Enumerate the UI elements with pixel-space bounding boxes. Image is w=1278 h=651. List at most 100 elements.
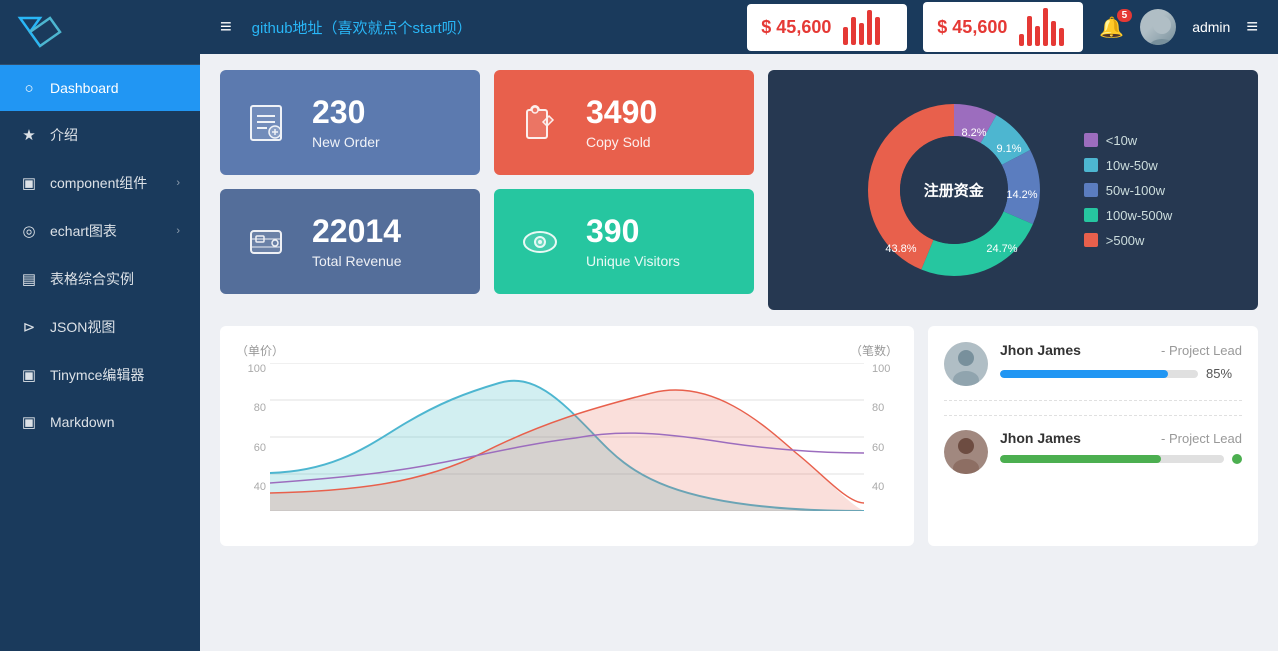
donut-label-10w: 8.2%	[961, 127, 986, 139]
y-label-r60: 60	[872, 442, 898, 454]
chart-ylabel-left: （单价）	[236, 342, 284, 359]
sidebar-navigation: ○ Dashboard ★ 介绍 ▣ component组件 › ◎ echar…	[0, 65, 200, 651]
avatar-jhon1	[944, 342, 988, 386]
chart-svg	[270, 363, 864, 511]
content-area: 230 New Order 3490 Co	[200, 54, 1278, 651]
stat-card-copy-sold: 3490 Copy Sold	[494, 70, 754, 175]
new-order-icon	[240, 97, 292, 149]
y-label-40: 40	[236, 481, 266, 493]
sidebar-item-label: Dashboard	[50, 80, 119, 96]
chart-ylabel-right: （笔数）	[850, 342, 898, 359]
sidebar-item-echart[interactable]: ◎ echart图表 ›	[0, 207, 200, 255]
copy-sold-icon	[514, 97, 566, 149]
stat-label-new-order: New Order	[312, 134, 380, 150]
table-icon: ▤	[20, 270, 38, 288]
bar	[843, 27, 848, 45]
sidebar-item-intro[interactable]: ★ 介绍	[0, 111, 200, 159]
topbar-menu-dots[interactable]: ≡	[1246, 16, 1258, 39]
json-icon: ⊳	[20, 318, 38, 336]
legend-item-500w-plus: >500w	[1084, 233, 1173, 248]
donut-legend: <10w 10w-50w 50w-100w 100w-500w	[1084, 133, 1173, 248]
menu-icon[interactable]: ≡	[220, 16, 232, 39]
avatar-jhon2	[944, 430, 988, 474]
chevron-right-icon: ›	[176, 225, 180, 237]
bar	[1051, 21, 1056, 46]
component-icon: ▣	[20, 174, 38, 192]
tinymce-icon: ▣	[20, 366, 38, 384]
stat-card-top-2: $ 45,600	[923, 2, 1083, 52]
person-info-1: Jhon James - Project Lead 85%	[1000, 342, 1242, 381]
stat-card-body-unique-visitors: 390 Unique Visitors	[586, 215, 680, 269]
sidebar: ○ Dashboard ★ 介绍 ▣ component组件 › ◎ echar…	[0, 0, 200, 651]
legend-item-50w: 10w-50w	[1084, 158, 1173, 173]
stat-label-unique-visitors: Unique Visitors	[586, 253, 680, 269]
stat-label-total-revenue: Total Revenue	[312, 253, 402, 269]
donut-chart: 8.2% 9.1% 14.2% 24.7% 43.8% 注册资金	[854, 90, 1054, 290]
bottom-section: （单价） （笔数） 100 80 60 40 100 80 60	[220, 326, 1258, 546]
bar	[1035, 26, 1040, 46]
intro-icon: ★	[20, 126, 38, 144]
person-info-2: Jhon James - Project Lead	[1000, 430, 1242, 464]
y-label-r40: 40	[872, 481, 898, 493]
stat-card-unique-visitors: 390 Unique Visitors	[494, 189, 754, 294]
stat-card-body-total-revenue: 22014 Total Revenue	[312, 215, 402, 269]
notification-bell[interactable]: 🔔 5	[1099, 15, 1124, 40]
sidebar-item-markdown[interactable]: ▣ Markdown	[0, 399, 200, 445]
progress-fill-2	[1000, 455, 1161, 463]
sidebar-item-json[interactable]: ⊳ JSON视图	[0, 303, 200, 351]
legend-label-100w: 50w-100w	[1106, 183, 1165, 198]
sidebar-item-label: JSON视图	[50, 317, 115, 337]
people-panel: Jhon James - Project Lead 85%	[928, 326, 1258, 546]
sidebar-item-label: Tinymce编辑器	[50, 365, 144, 385]
sidebar-item-dashboard[interactable]: ○ Dashboard	[0, 65, 200, 111]
donut-label-50w: 9.1%	[996, 143, 1021, 155]
progress-fill-1	[1000, 370, 1168, 378]
legend-dot-100w	[1084, 183, 1098, 197]
y-label-r100: 100	[872, 363, 898, 375]
unique-visitors-icon	[514, 216, 566, 268]
username-label[interactable]: admin	[1192, 19, 1230, 35]
stat-card-body-copy-sold: 3490 Copy Sold	[586, 96, 657, 150]
bar	[1019, 34, 1024, 46]
chevron-right-icon: ›	[176, 177, 180, 189]
bar	[1027, 16, 1032, 46]
user-avatar[interactable]	[1140, 9, 1176, 45]
legend-dot-50w	[1084, 158, 1098, 172]
stat-number-copy-sold: 3490	[586, 96, 657, 128]
y-label-r80: 80	[872, 402, 898, 414]
y-label-100: 100	[236, 363, 266, 375]
stat-label-copy-sold: Copy Sold	[586, 134, 657, 150]
stat-card-new-order: 230 New Order	[220, 70, 480, 175]
stat-amount-2: $ 45,600	[937, 17, 1007, 38]
line-chart-section: （单价） （笔数） 100 80 60 40 100 80 60	[220, 326, 914, 546]
total-revenue-icon	[240, 216, 292, 268]
markdown-icon: ▣	[20, 413, 38, 431]
stat-number-unique-visitors: 390	[586, 215, 680, 247]
y-label-80: 80	[236, 402, 266, 414]
stat-amount-1: $ 45,600	[761, 17, 831, 38]
legend-label-500w: 100w-500w	[1106, 208, 1173, 223]
dashboard-icon: ○	[20, 79, 38, 97]
progress-dot-2	[1232, 454, 1242, 464]
bar	[1043, 8, 1048, 46]
sidebar-item-label: Markdown	[50, 414, 115, 430]
sidebar-item-tinymce[interactable]: ▣ Tinymce编辑器	[0, 351, 200, 399]
topbar: ≡ github地址（喜欢就点个start呗） $ 45,600 $ 45,60…	[200, 0, 1278, 54]
github-link[interactable]: github地址（喜欢就点个start呗）	[252, 17, 748, 38]
legend-label-50w: 10w-50w	[1106, 158, 1158, 173]
legend-dot-500w-plus	[1084, 233, 1098, 247]
stat-number-total-revenue: 22014	[312, 215, 402, 247]
sidebar-item-table[interactable]: ▤ 表格综合实例	[0, 255, 200, 303]
mini-bar-chart-1	[843, 10, 880, 45]
stat-card-total-revenue: 22014 Total Revenue	[220, 189, 480, 294]
legend-dot-10w	[1084, 133, 1098, 147]
sidebar-item-label: echart图表	[50, 221, 117, 241]
sidebar-item-component[interactable]: ▣ component组件 ›	[0, 159, 200, 207]
bar	[1059, 28, 1064, 46]
y-label-60: 60	[236, 442, 266, 454]
sidebar-item-label: component组件	[50, 173, 147, 193]
legend-item-100w: 50w-100w	[1084, 183, 1173, 198]
legend-label-10w: <10w	[1106, 133, 1137, 148]
bar	[851, 17, 856, 45]
donut-label-100w: 14.2%	[1006, 189, 1037, 201]
